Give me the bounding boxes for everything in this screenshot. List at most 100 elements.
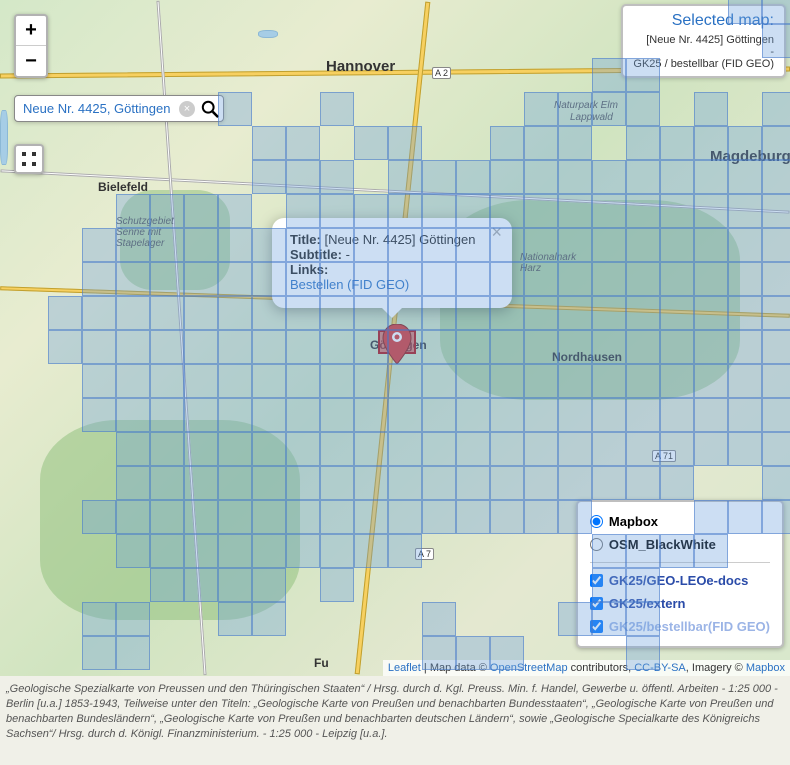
grid-cell[interactable] xyxy=(320,296,354,330)
grid-cell[interactable] xyxy=(660,432,694,466)
grid-cell[interactable] xyxy=(456,500,490,534)
grid-cell[interactable] xyxy=(524,466,558,500)
grid-cell[interactable] xyxy=(116,330,150,364)
grid-cell[interactable] xyxy=(252,568,286,602)
grid-cell[interactable] xyxy=(626,228,660,262)
grid-cell[interactable] xyxy=(558,160,592,194)
grid-cell[interactable] xyxy=(320,568,354,602)
grid-cell[interactable] xyxy=(252,296,286,330)
grid-cell[interactable] xyxy=(252,262,286,296)
grid-cell[interactable] xyxy=(218,296,252,330)
grid-cell[interactable] xyxy=(728,228,762,262)
grid-cell[interactable] xyxy=(116,534,150,568)
grid-cell[interactable] xyxy=(150,364,184,398)
grid-cell[interactable] xyxy=(252,534,286,568)
grid-cell[interactable] xyxy=(762,228,790,262)
grid-cell[interactable] xyxy=(626,296,660,330)
grid-cell[interactable] xyxy=(592,534,626,568)
grid-cell[interactable] xyxy=(116,398,150,432)
grid-cell[interactable] xyxy=(354,364,388,398)
grid-cell[interactable] xyxy=(388,330,422,364)
grid-cell[interactable] xyxy=(116,432,150,466)
grid-cell[interactable] xyxy=(286,432,320,466)
grid-cell[interactable] xyxy=(592,296,626,330)
grid-cell[interactable] xyxy=(558,602,592,636)
grid-cell[interactable] xyxy=(422,364,456,398)
grid-cell[interactable] xyxy=(728,262,762,296)
grid-cell[interactable] xyxy=(150,330,184,364)
grid-cell[interactable] xyxy=(660,160,694,194)
grid-cell[interactable] xyxy=(694,160,728,194)
grid-cell[interactable] xyxy=(660,534,694,568)
grid-cell[interactable] xyxy=(218,194,252,228)
grid-cell[interactable] xyxy=(116,602,150,636)
grid-cell[interactable] xyxy=(490,262,524,296)
grid-cell[interactable] xyxy=(456,262,490,296)
grid-cell[interactable] xyxy=(490,466,524,500)
grid-cell[interactable] xyxy=(388,432,422,466)
grid-cell[interactable] xyxy=(490,636,524,670)
grid-cell[interactable] xyxy=(524,432,558,466)
grid-cell[interactable] xyxy=(82,398,116,432)
grid-cell[interactable] xyxy=(252,126,286,160)
grid-cell[interactable] xyxy=(116,364,150,398)
map-canvas[interactable]: A 2 A 7 A 71 Hannover Bielefeld Magdebur… xyxy=(0,0,790,676)
grid-cell[interactable] xyxy=(456,364,490,398)
grid-cell[interactable] xyxy=(150,228,184,262)
grid-cell[interactable] xyxy=(592,602,626,636)
grid-cell[interactable] xyxy=(184,364,218,398)
grid-cell[interactable] xyxy=(524,296,558,330)
grid-cell[interactable] xyxy=(694,262,728,296)
grid-cell[interactable] xyxy=(592,398,626,432)
grid-cell[interactable] xyxy=(184,398,218,432)
grid-cell[interactable] xyxy=(524,262,558,296)
grid-cell[interactable] xyxy=(728,432,762,466)
grid-cell[interactable] xyxy=(490,160,524,194)
grid-cell[interactable] xyxy=(456,636,490,670)
grid-cell[interactable] xyxy=(694,398,728,432)
grid-cell[interactable] xyxy=(626,568,660,602)
grid-cell[interactable] xyxy=(218,432,252,466)
grid-cell[interactable] xyxy=(184,296,218,330)
grid-cell[interactable] xyxy=(354,330,388,364)
grid-cell[interactable] xyxy=(286,534,320,568)
grid-cell[interactable] xyxy=(354,194,388,228)
grid-cell[interactable] xyxy=(694,432,728,466)
grid-cell[interactable] xyxy=(558,194,592,228)
grid-cell[interactable] xyxy=(660,126,694,160)
grid-cell[interactable] xyxy=(116,466,150,500)
grid-cell[interactable] xyxy=(728,126,762,160)
grid-cell[interactable] xyxy=(490,194,524,228)
grid-cell[interactable] xyxy=(422,500,456,534)
grid-cell[interactable] xyxy=(252,602,286,636)
grid-cell[interactable] xyxy=(150,432,184,466)
grid-cell[interactable] xyxy=(592,432,626,466)
grid-cell[interactable] xyxy=(728,0,762,24)
grid-cell[interactable] xyxy=(660,364,694,398)
grid-cell[interactable] xyxy=(728,500,762,534)
grid-cell[interactable] xyxy=(320,160,354,194)
grid-cell[interactable] xyxy=(388,126,422,160)
grid-cell[interactable] xyxy=(388,500,422,534)
grid-cell[interactable] xyxy=(286,398,320,432)
grid-cell[interactable] xyxy=(82,500,116,534)
grid-cell[interactable] xyxy=(150,466,184,500)
grid-cell[interactable] xyxy=(626,126,660,160)
grid-cell[interactable] xyxy=(490,228,524,262)
grid-cell[interactable] xyxy=(422,228,456,262)
grid-cell[interactable] xyxy=(184,432,218,466)
grid-cell[interactable] xyxy=(184,330,218,364)
grid-cell[interactable] xyxy=(252,500,286,534)
grid-cell[interactable] xyxy=(422,296,456,330)
grid-cell[interactable] xyxy=(592,568,626,602)
grid-cell[interactable] xyxy=(116,500,150,534)
grid-cell[interactable] xyxy=(422,160,456,194)
grid-cell[interactable] xyxy=(524,330,558,364)
grid-cell[interactable] xyxy=(626,534,660,568)
grid-cell[interactable] xyxy=(694,500,728,534)
grid-cell[interactable] xyxy=(558,398,592,432)
grid-cell[interactable] xyxy=(592,364,626,398)
grid-cell[interactable] xyxy=(524,228,558,262)
grid-cell[interactable] xyxy=(660,330,694,364)
grid-cell[interactable] xyxy=(184,194,218,228)
